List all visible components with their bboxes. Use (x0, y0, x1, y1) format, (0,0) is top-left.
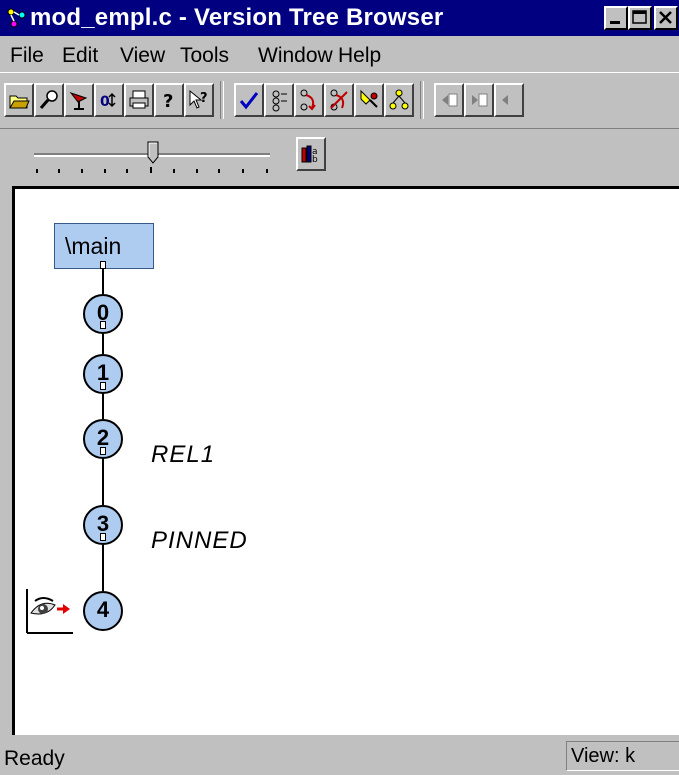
scroll-left-button[interactable] (434, 83, 464, 117)
scroll-extra-button[interactable] (494, 83, 524, 117)
version-count-icon: 0 (100, 92, 116, 110)
version-tree-browser-window: mod_empl.c - Version Tree Browser File E… (0, 0, 679, 775)
print-button[interactable] (124, 83, 154, 117)
svg-text:0: 0 (100, 94, 110, 110)
status-view-text: View: k (571, 745, 636, 767)
legend-icon: a b (301, 145, 318, 165)
menu-view[interactable]: View (120, 44, 165, 68)
menu-tools[interactable]: Tools (180, 44, 229, 68)
maximize-button[interactable] (628, 6, 652, 30)
toolbar-separator (420, 81, 424, 119)
status-bar: Ready View: k (0, 735, 679, 775)
hide-merges-icon (330, 89, 348, 111)
connector-box (100, 447, 106, 455)
toolbar: 0 ? ? (0, 72, 679, 128)
connector-box (100, 382, 106, 390)
title-bar[interactable]: mod_empl.c - Version Tree Browser (0, 0, 679, 36)
show-branches-button[interactable] (384, 83, 414, 117)
branch-main-label: \main (65, 233, 122, 259)
version-tree-canvas[interactable]: \main 0 1 2 REL1 3 PINNED 4 (12, 186, 679, 735)
close-icon (659, 11, 672, 24)
version-label-pinned[interactable]: PINNED (151, 527, 248, 555)
print-icon (129, 90, 149, 109)
window-title: mod_empl.c - Version Tree Browser (30, 4, 444, 31)
view-selector-eye-icon (26, 589, 73, 634)
status-text: Ready (4, 747, 65, 770)
slider-tick (173, 169, 175, 173)
menu-edit[interactable]: Edit (62, 44, 98, 68)
version-number: 4 (96, 597, 110, 622)
magnifier-icon (39, 90, 58, 109)
help-button[interactable]: ? (154, 83, 184, 117)
legend-button[interactable]: a b (296, 137, 326, 171)
hide-merges-button[interactable] (324, 83, 354, 117)
slider-tick (242, 169, 244, 173)
show-checkedout-button[interactable] (354, 83, 384, 117)
maximize-icon (632, 10, 647, 24)
scroll-right-icon (472, 93, 488, 107)
show-branches-icon (389, 89, 409, 110)
version-count-button[interactable]: 0 (94, 83, 124, 117)
checkmark-icon (239, 92, 259, 110)
show-checkedout-icon (360, 89, 378, 108)
menu-help[interactable]: Help (338, 44, 381, 68)
show-labels-icon (272, 90, 287, 112)
status-view-panel: View: k (566, 741, 679, 771)
show-merges-button[interactable] (294, 83, 324, 117)
zoom-slider-thumb[interactable] (147, 141, 159, 165)
slider-tick (58, 169, 60, 173)
open-button[interactable] (4, 83, 34, 117)
open-folder-icon (9, 95, 30, 109)
slider-tick (196, 169, 198, 173)
tree-edge (102, 545, 104, 591)
minimize-button[interactable] (604, 6, 628, 30)
show-labels-button[interactable] (264, 83, 294, 117)
context-help-icon: ? (189, 89, 208, 109)
help-icon: ? (163, 91, 173, 112)
version-tree-app-icon (7, 8, 26, 28)
tree-edge (102, 269, 104, 294)
version-label-rel1[interactable]: REL1 (151, 441, 215, 469)
svg-text:?: ? (163, 91, 173, 112)
zoom-slider-bar: a b (0, 128, 679, 186)
slider-tick (36, 169, 38, 173)
tree-edge (102, 459, 104, 505)
svg-text:?: ? (200, 91, 208, 106)
toolbar-separator (220, 81, 224, 119)
scroll-left-icon (442, 93, 458, 107)
find-button[interactable] (34, 83, 64, 117)
close-button[interactable] (654, 6, 678, 30)
scroll-right-button[interactable] (464, 83, 494, 117)
connector-box (100, 321, 106, 329)
connector-box (100, 533, 106, 541)
connector-box (100, 261, 106, 269)
tree-edge (102, 394, 104, 419)
tree-edge (102, 334, 104, 354)
scroll-back-icon (502, 95, 508, 105)
slider-tick (218, 169, 220, 173)
show-merges-icon (300, 89, 316, 111)
search-element-icon (69, 92, 88, 110)
menu-bar: File Edit View Tools Window Help (0, 36, 679, 72)
context-help-button[interactable]: ? (184, 83, 214, 117)
slider-tick (126, 169, 128, 173)
slider-tick (150, 167, 152, 173)
svg-text:b: b (312, 155, 318, 165)
menu-window[interactable]: Window (258, 44, 333, 68)
search-element-button[interactable] (64, 83, 94, 117)
check-button[interactable] (234, 83, 264, 117)
slider-tick (104, 169, 106, 173)
slider-tick (81, 169, 83, 173)
menu-file[interactable]: File (10, 44, 44, 68)
slider-tick (266, 169, 268, 173)
minimize-icon (610, 21, 620, 24)
